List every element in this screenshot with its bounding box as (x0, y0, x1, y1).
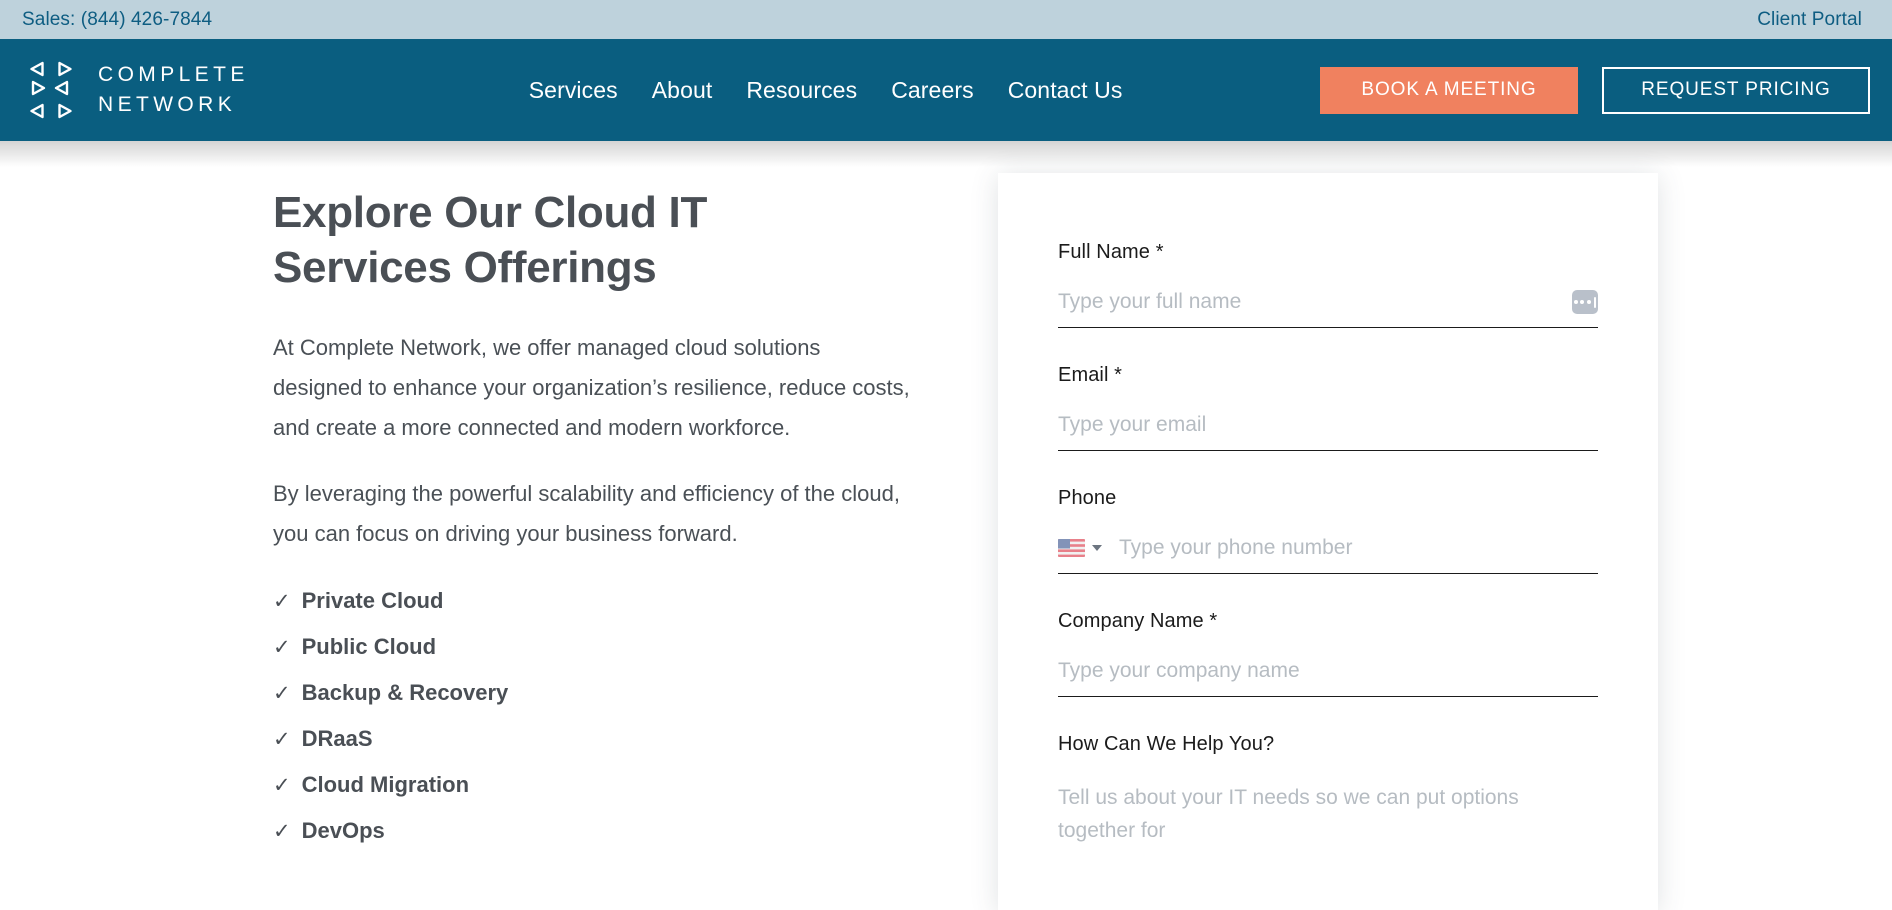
nav-item-careers[interactable]: Careers (891, 77, 974, 104)
autofill-dot (1573, 300, 1578, 304)
intro-column: Explore Our Cloud IT Services Offerings … (273, 173, 973, 910)
sales-phone-link[interactable]: Sales: (844) 426-7844 (22, 9, 212, 31)
logo-word-line1: COMPLETE (98, 63, 249, 87)
logo-home-link[interactable]: COMPLETE NETWORK (22, 59, 249, 121)
feature-label: Cloud Migration (301, 772, 470, 798)
client-portal-link[interactable]: Client Portal (1757, 9, 1870, 31)
company-name-label: Company Name * (1058, 610, 1218, 632)
company-name-input-row (1058, 659, 1598, 697)
check-icon: ✓ (273, 590, 291, 614)
field-message: How Can We Help You? (1058, 733, 1598, 857)
check-icon: ✓ (273, 774, 291, 798)
check-icon: ✓ (273, 728, 291, 752)
field-company-name: Company Name * (1058, 610, 1598, 697)
full-name-input-row (1058, 290, 1598, 328)
intro-paragraph-2: By leveraging the powerful scalability a… (273, 481, 900, 547)
autofill-icon[interactable] (1572, 290, 1598, 314)
phone-input-row (1058, 536, 1598, 574)
logo-wordmark: COMPLETE NETWORK (98, 60, 249, 120)
feature-label: DevOps (301, 818, 385, 844)
feature-label: Public Cloud (301, 634, 437, 660)
check-icon: ✓ (273, 636, 291, 660)
list-item: ✓ Public Cloud (273, 634, 973, 660)
list-item: ✓ DevOps (273, 818, 973, 844)
autofill-dot (1586, 300, 1591, 304)
nav-item-resources[interactable]: Resources (746, 77, 857, 104)
content-columns: Explore Our Cloud IT Services Offerings … (0, 141, 1892, 910)
feature-label: DRaaS (301, 726, 373, 752)
complete-network-logo-icon (22, 59, 80, 121)
list-item: ✓ Private Cloud (273, 588, 973, 614)
form-column: Full Name * Email * (998, 173, 1658, 910)
email-input-row (1058, 413, 1598, 451)
message-textarea[interactable] (1058, 782, 1598, 852)
header-cta-group: BOOK A MEETING REQUEST PRICING (1320, 66, 1870, 114)
us-flag-icon[interactable] (1058, 539, 1085, 557)
check-icon: ✓ (273, 820, 291, 844)
message-label: How Can We Help You? (1058, 733, 1275, 755)
nav-item-contact-us[interactable]: Contact Us (1008, 77, 1123, 104)
full-name-input[interactable] (1058, 290, 1562, 314)
autofill-cursor (1594, 296, 1597, 308)
page-body: Explore Our Cloud IT Services Offerings … (0, 141, 1892, 910)
email-input[interactable] (1058, 413, 1598, 437)
email-label: Email * (1058, 364, 1123, 386)
phone-input[interactable] (1119, 536, 1598, 560)
book-a-meeting-button[interactable]: BOOK A MEETING (1320, 66, 1578, 114)
field-phone: Phone (1058, 487, 1598, 574)
nav-item-about[interactable]: About (652, 77, 713, 104)
logo-word-line2: NETWORK (98, 93, 237, 116)
check-icon: ✓ (273, 682, 291, 706)
contact-form-card: Full Name * Email * (998, 173, 1658, 910)
full-name-label: Full Name * (1058, 241, 1164, 263)
request-pricing-button[interactable]: REQUEST PRICING (1602, 66, 1870, 114)
intro-paragraph-1: At Complete Network, we offer managed cl… (273, 335, 910, 441)
services-feature-list: ✓ Private Cloud ✓ Public Cloud ✓ Backup … (273, 588, 973, 844)
field-full-name: Full Name * (1058, 241, 1598, 328)
autofill-dot (1580, 300, 1585, 304)
list-item: ✓ DRaaS (273, 726, 973, 752)
page-title: Explore Our Cloud IT Services Offerings (273, 188, 708, 292)
site-header: COMPLETE NETWORK Services About Resource… (0, 39, 1892, 141)
chevron-down-icon[interactable] (1092, 545, 1102, 551)
feature-label: Backup & Recovery (301, 680, 509, 706)
nav-item-services[interactable]: Services (529, 77, 618, 104)
primary-navigation: Services About Resources Careers Contact… (529, 77, 1123, 104)
feature-label: Private Cloud (301, 588, 444, 614)
list-item: ✓ Backup & Recovery (273, 680, 973, 706)
utility-bar: Sales: (844) 426-7844 Client Portal (0, 0, 1892, 39)
company-name-input[interactable] (1058, 659, 1598, 683)
list-item: ✓ Cloud Migration (273, 772, 973, 798)
phone-label: Phone (1058, 487, 1117, 509)
field-email: Email * (1058, 364, 1598, 451)
